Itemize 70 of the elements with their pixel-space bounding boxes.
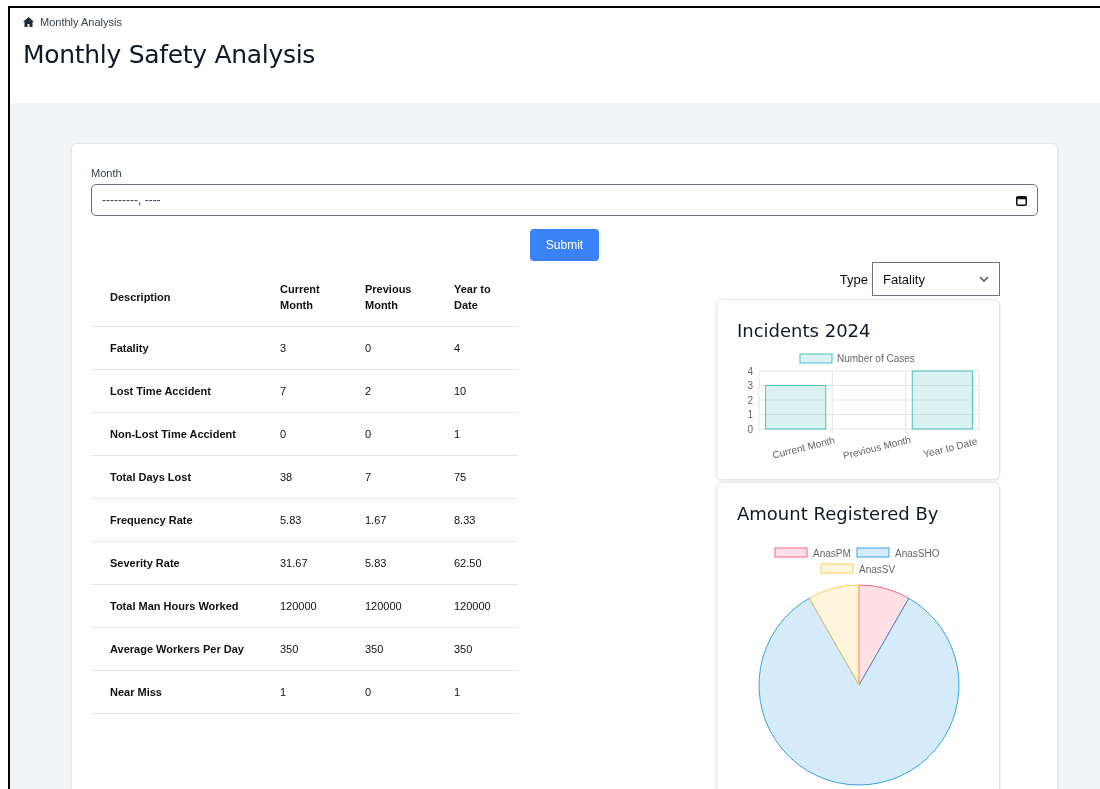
- row-label: Frequency Rate: [110, 513, 193, 528]
- field-label: Month: [91, 167, 122, 179]
- axis-tick-label: 1: [747, 409, 753, 420]
- table-cell-text: 31.67: [280, 556, 308, 571]
- axis-label: Year to Date: [922, 435, 979, 460]
- table-cell-text: 3: [280, 341, 287, 356]
- column-header: Year to Date: [454, 281, 492, 313]
- table-cell-text: 350: [365, 642, 384, 657]
- table-cell-text: 1: [454, 685, 461, 700]
- table-cell-text: 8.33: [454, 513, 476, 528]
- axis-tick-label: 4: [747, 365, 753, 377]
- row-label: Fatality: [110, 341, 149, 356]
- table-cell-text: 120000: [280, 599, 317, 614]
- table-cell-text: 10: [454, 384, 467, 399]
- row-label: Total Days Lost: [110, 470, 192, 485]
- table-cell-text: 0: [365, 685, 372, 700]
- axis-tick-label: 3: [747, 380, 753, 391]
- row-label: Non-Lost Time Accident: [110, 427, 236, 442]
- legend-item: AnasSHO: [856, 547, 940, 559]
- row-label: Near Miss: [110, 685, 162, 700]
- axis-label: Current Month: [771, 434, 836, 461]
- month-field[interactable]: ---------, ----: [91, 184, 1038, 216]
- column-header: Current Month: [280, 281, 321, 313]
- card-title: Incidents 2024: [737, 320, 871, 341]
- home-icon[interactable]: [23, 17, 34, 27]
- row-label: Severity Rate: [110, 556, 180, 571]
- table-cell-text: 62.50: [454, 556, 482, 571]
- table-cell-text: 2: [365, 384, 372, 399]
- table-cell-text: 1.67: [365, 513, 387, 528]
- table-cell-text: 120000: [365, 599, 402, 614]
- calendar-icon[interactable]: [1016, 195, 1027, 206]
- axis-tick-label: 2: [747, 394, 753, 406]
- row-label: Average Workers Per Day: [110, 642, 244, 657]
- breadcrumb-link[interactable]: Monthly Analysis: [40, 16, 122, 28]
- table-cell-text: 75: [454, 470, 467, 485]
- table-cell-text: 0: [365, 427, 372, 442]
- table-cell-text: 0: [365, 341, 372, 356]
- legend-item: AnasPM: [774, 547, 851, 559]
- column-header: Description: [110, 289, 171, 305]
- axis-label: Previous Month: [841, 433, 912, 462]
- column-header: Previous Month: [365, 281, 413, 313]
- page-title: Monthly Safety Analysis: [23, 40, 316, 69]
- table-cell-text: 120000: [454, 599, 491, 614]
- row-label: Total Man Hours Worked: [110, 599, 239, 614]
- legend-label: AnasPM: [813, 547, 851, 559]
- table-cell-text: 350: [454, 642, 473, 657]
- table-cell-text: 5.83: [365, 556, 387, 571]
- legend-label: AnasSHO: [895, 547, 940, 559]
- chart-legend: Number of Cases: [799, 353, 915, 364]
- table-cell-text: 5.83: [280, 513, 302, 528]
- legend-item: AnasSV: [820, 563, 896, 575]
- table-cell-text: 7: [280, 384, 287, 399]
- chart-bar: [911, 370, 973, 430]
- table-cell-text: 0: [280, 427, 287, 442]
- table-cell-text: 7: [365, 470, 372, 485]
- axis-tick-label: 0: [747, 423, 753, 435]
- select-label: Type: [839, 271, 868, 287]
- row-label: Lost Time Accident: [110, 384, 211, 399]
- submit-button[interactable]: Submit: [530, 229, 599, 261]
- table-cell-text: 1: [454, 427, 461, 442]
- table-cell-text: 350: [280, 642, 299, 657]
- legend-label: Number of Cases: [837, 353, 915, 364]
- table-cell-text: 4: [454, 341, 461, 356]
- legend-label: AnasSV: [859, 563, 896, 575]
- card-title: Amount Registered By: [737, 503, 939, 524]
- chevron-down-icon: [979, 276, 989, 282]
- type-select[interactable]: Fatality: [872, 262, 1000, 296]
- table-cell-text: 1: [280, 685, 287, 700]
- table-cell-text: 38: [280, 470, 293, 485]
- chart-bar: [765, 385, 827, 430]
